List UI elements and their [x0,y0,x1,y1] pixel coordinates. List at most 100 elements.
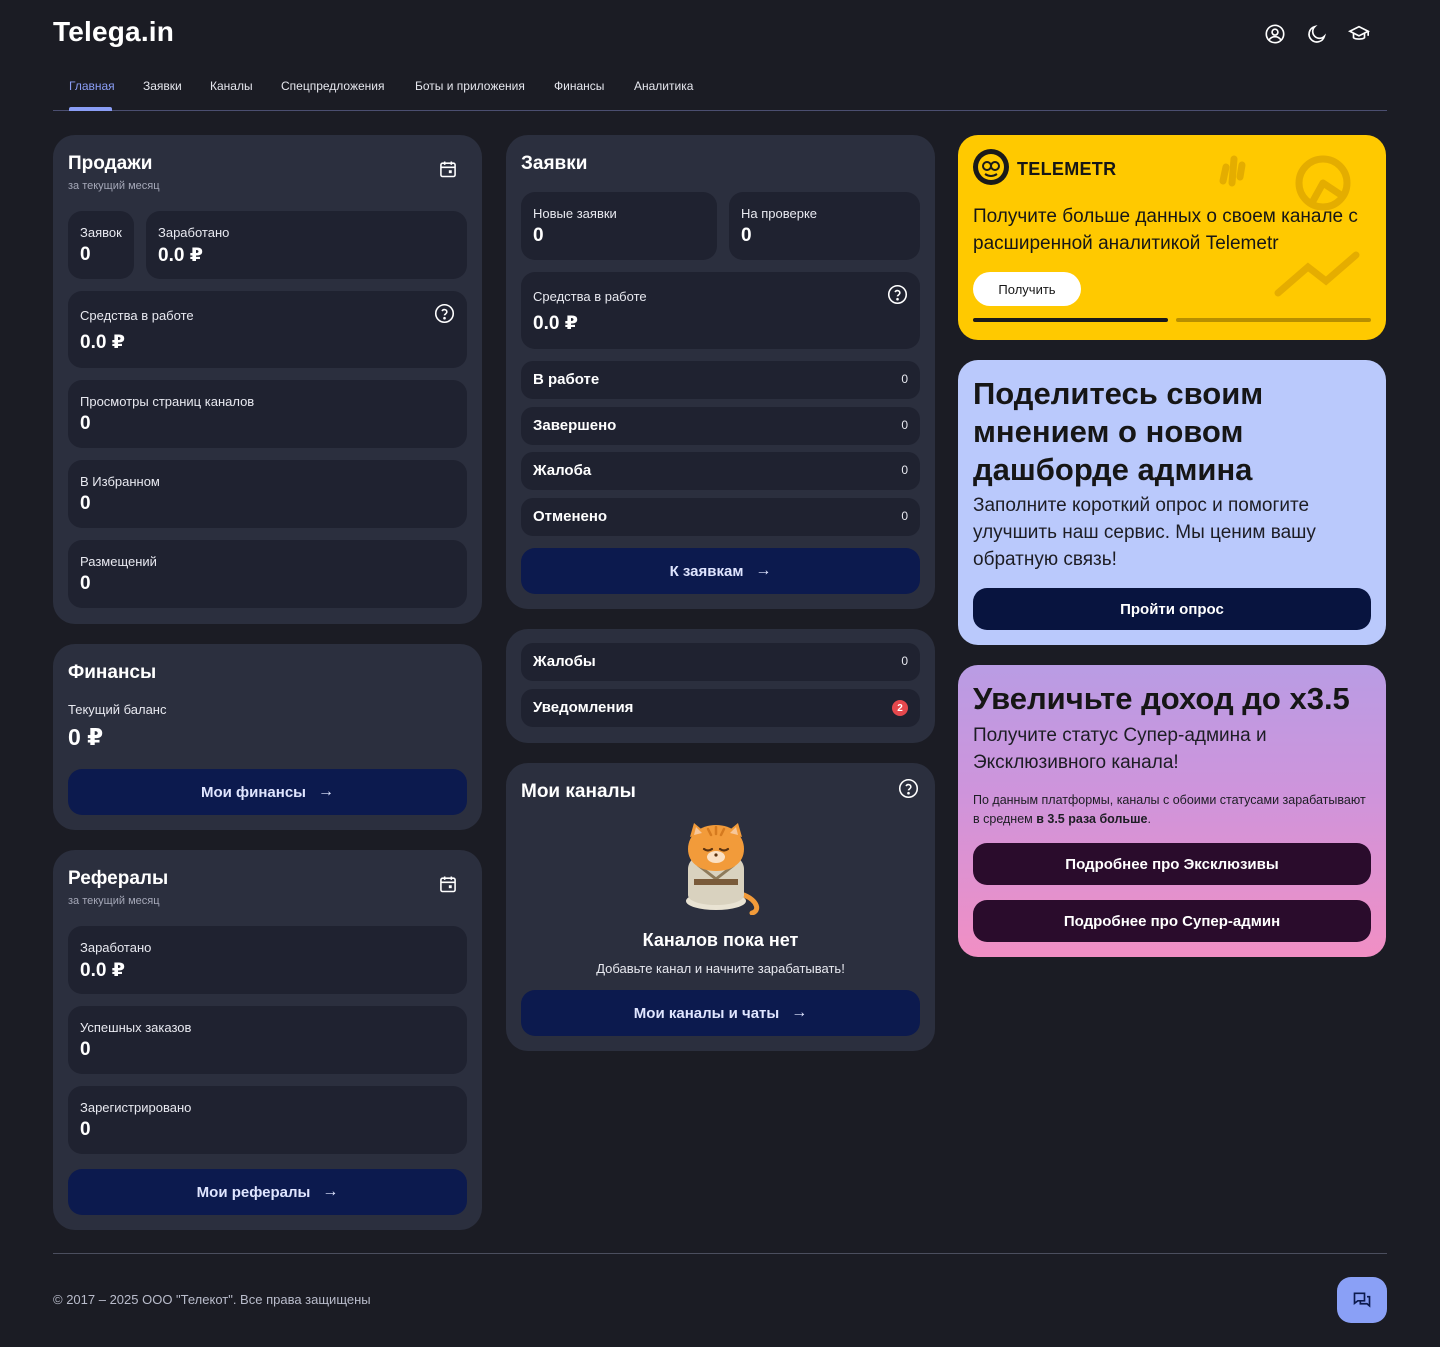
take-survey-button[interactable]: Пройти опрос [973,588,1371,630]
tile-value: 0 [741,225,752,246]
survey-text: Заполните короткий опрос и помогите улуч… [973,495,1316,570]
exclusive-info-button[interactable]: Подробнее про Эксклюзивы [973,843,1371,885]
tab-finances[interactable]: Финансы [554,79,604,93]
tile-value: 0 [80,413,91,434]
finances-title: Финансы [68,662,157,683]
small-text-bold: в 3.5 раза больше [1036,812,1148,826]
small-text-part: По данным платформы, каналы с обоими ста… [973,793,1366,826]
row-complaints[interactable]: Жалобы 0 [521,643,920,681]
superadmin-info-button[interactable]: Подробнее про Супер-админ [973,900,1371,942]
support-chat-button[interactable] [1337,1277,1387,1323]
tab-home[interactable]: Главная [69,79,115,93]
tile-label: Средства в работе [533,289,647,304]
small-text-part: . [1147,812,1151,826]
tile-value: 0 [533,225,544,246]
user-circle-icon[interactable] [1263,22,1287,46]
tab-analytics[interactable]: Аналитика [634,79,693,93]
calendar-icon[interactable] [437,873,459,895]
help-icon[interactable] [886,283,908,305]
help-icon[interactable] [897,777,919,799]
tile-label: На проверке [741,206,818,221]
chat-icon [1353,1292,1371,1308]
arrow-right-icon: → [322,1183,339,1200]
tile-label: Заработано [80,940,152,955]
row-label: Завершено [533,417,617,434]
calendar-icon[interactable] [437,158,459,180]
channels-title: Мои каналы [521,781,636,802]
sales-subtitle: за текущий месяц [68,180,160,192]
button-label: Мои рефералы [196,1183,311,1201]
tile-value: 0 [80,244,91,265]
survey-title: Поделитесь своим мнением о новом дашборд… [973,376,1264,487]
logo[interactable]: Telega.in [53,16,174,48]
tab-channels[interactable]: Каналы [210,79,253,93]
to-requests-button[interactable]: К заявкам → [521,548,920,594]
row-in-progress[interactable]: В работе 0 [521,361,920,399]
main-nav: Главная Заявки Каналы Спецпредложения Бо… [53,76,1387,111]
help-icon[interactable] [433,302,455,324]
tile-new-requests[interactable]: Новые заявки 0 [521,192,717,260]
income-text: Получите статус Супер-админа и Эксклюзив… [973,725,1267,773]
survey-banner: Поделитесь своим мнением о новом дашборд… [958,360,1386,645]
tab-special-offers[interactable]: Спецпредложения [281,79,385,93]
requests-card: Заявки Новые заявки 0 На проверке 0 Сред… [506,135,935,609]
tile-page-views: Просмотры страниц каналов 0 [68,380,467,448]
tile-requests-count: Заявок 0 [68,211,134,279]
tile-registered: Зарегистрировано 0 [68,1086,467,1154]
tile-successful-orders: Успешных заказов 0 [68,1006,467,1074]
tile-earned: Заработано 0.0 ₽ [146,211,467,279]
moon-icon[interactable] [1305,22,1329,46]
row-notifications[interactable]: Уведомления 2 [521,689,920,727]
tile-value: 0.0 ₽ [533,313,578,334]
tile-label: Зарегистрировано [80,1100,192,1115]
button-label: Мои финансы [200,783,306,801]
income-title: Увеличьте доход до x3.5 [973,681,1350,716]
income-banner: Увеличьте доход до x3.5 Получите статус … [958,665,1386,957]
tile-value: 0 [80,1119,91,1140]
tile-value: 0.0 ₽ [158,245,203,266]
tile-value: 0.0 ₽ [80,332,125,353]
get-telemetr-button[interactable]: Получить [973,272,1081,306]
row-complaint[interactable]: Жалоба 0 [521,452,920,490]
telemetr-logo [973,149,1009,185]
my-channels-card: Мои каналы Каналов пока нет Добавьте кан… [506,763,935,1051]
row-label: В работе [533,371,600,388]
telemetr-promo-banner[interactable]: TELEMETR Получите больше данных о своем … [958,135,1386,340]
tab-requests[interactable]: Заявки [143,79,182,93]
row-count: 0 [901,654,908,668]
graduation-cap-icon[interactable] [1347,22,1371,46]
tile-label: Заработано [158,225,230,240]
row-count: 0 [901,509,908,523]
row-count: 0 [901,418,908,432]
telemetr-text: Получите больше данных о своем канале с … [973,206,1358,254]
slide-indicator[interactable] [1176,318,1371,322]
tile-value: 0 [80,573,91,594]
row-label: Жалобы [533,653,596,670]
tile-label: Успешных заказов [80,1020,192,1035]
my-referrals-button[interactable]: Мои рефералы → [68,1169,467,1215]
tile-value: 0 [80,1039,91,1060]
arrow-right-icon: → [755,562,772,579]
row-completed[interactable]: Завершено 0 [521,407,920,445]
balance-value: 0 ₽ [68,724,104,750]
tile-on-review[interactable]: На проверке 0 [729,192,920,260]
slide-indicator-active[interactable] [973,318,1168,322]
referrals-subtitle: за текущий месяц [68,895,160,907]
sales-title: Продажи [68,153,153,174]
footer-divider [53,1253,1387,1254]
row-cancelled[interactable]: Отменено 0 [521,498,920,536]
header: Telega.in [53,16,1387,56]
finances-card: Финансы Текущий баланс 0 ₽ Мои финансы → [53,644,482,830]
income-small-text: По данным платформы, каналы с обоими ста… [973,791,1373,829]
tile-label: В Избранном [80,474,160,489]
referrals-title: Рефералы [68,868,169,889]
my-channels-button[interactable]: Мои каналы и чаты → [521,990,920,1036]
tab-bots-apps[interactable]: Боты и приложения [415,79,525,93]
balance-label: Текущий баланс [68,702,167,717]
my-finances-button[interactable]: Мои финансы → [68,769,467,815]
empty-state-text: Добавьте канал и начните зарабатывать! [596,961,845,976]
tile-value: 0 [80,493,91,514]
header-actions [1263,22,1371,46]
tile-label: Просмотры страниц каналов [80,394,255,409]
button-label: Мои каналы и чаты [633,1004,780,1022]
